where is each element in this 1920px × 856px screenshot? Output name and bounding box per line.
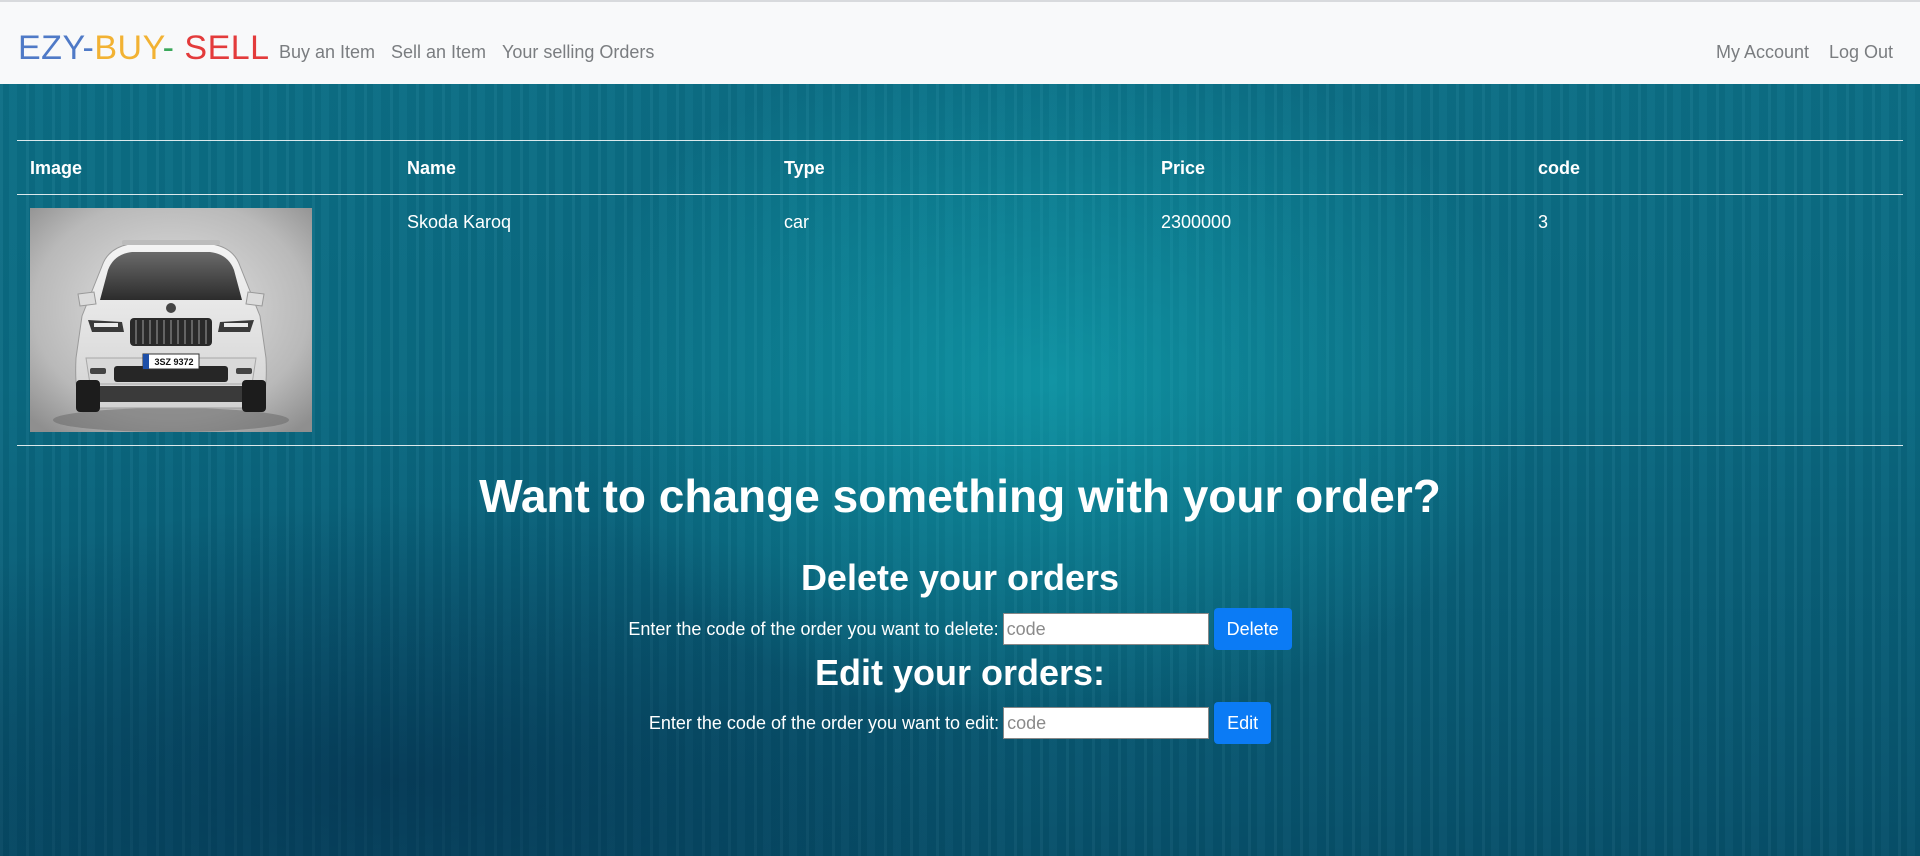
delete-button[interactable]: Delete <box>1213 608 1292 650</box>
table-bottom-border <box>17 445 1903 446</box>
brand-part-sell: SELL <box>184 29 270 67</box>
license-plate-text: 3SZ 9372 <box>154 357 193 367</box>
column-header-type: Type <box>784 158 825 178</box>
nav-link-buy-item[interactable]: Buy an Item <box>279 41 375 63</box>
delete-code-input[interactable] <box>1002 613 1209 645</box>
nav-link-log-out[interactable]: Log Out <box>1829 41 1893 63</box>
brand-logo[interactable]: EZY-BUY- SELL <box>18 28 270 68</box>
car-photo: 3SZ 9372 <box>30 208 312 432</box>
brand-separator: - <box>162 29 185 67</box>
delete-section-title: Delete your orders <box>800 557 1120 598</box>
table-header-border <box>17 194 1903 195</box>
column-header-name: Name <box>407 158 457 178</box>
edit-section-title: Edit your orders: <box>814 652 1106 693</box>
top-navbar: EZY-BUY- SELL Buy an Item Sell an Item Y… <box>0 0 1920 84</box>
cell-price: 2300000 <box>1161 212 1232 232</box>
edit-code-label: Enter the code of the order you want to … <box>648 712 1000 733</box>
column-header-code: code <box>1538 158 1581 178</box>
car-image-svg: 3SZ 9372 <box>30 208 312 432</box>
page-heading: Want to change something with your order… <box>479 470 1441 522</box>
brand-part-ezy: EZY <box>18 29 83 67</box>
nav-link-my-account[interactable]: My Account <box>1716 41 1809 63</box>
brand-separator: - <box>82 29 95 67</box>
nav-link-sell-item[interactable]: Sell an Item <box>391 41 486 63</box>
brand-part-buy: BUY <box>94 29 163 67</box>
nav-link-selling-orders[interactable]: Your selling Orders <box>502 41 654 63</box>
edit-button[interactable]: Edit <box>1214 702 1272 744</box>
delete-code-label: Enter the code of the order you want to … <box>628 618 999 639</box>
cell-name: Skoda Karoq <box>407 212 512 232</box>
delete-form: Enter the code of the order you want to … <box>0 608 1920 650</box>
column-header-price: Price <box>1161 158 1206 178</box>
column-header-image: Image <box>30 158 83 178</box>
cell-type: car <box>784 212 810 232</box>
table-top-border <box>17 140 1903 141</box>
cell-code: 3 <box>1538 212 1549 232</box>
edit-code-input[interactable] <box>1003 707 1210 739</box>
edit-form: Enter the code of the order you want to … <box>0 702 1920 744</box>
